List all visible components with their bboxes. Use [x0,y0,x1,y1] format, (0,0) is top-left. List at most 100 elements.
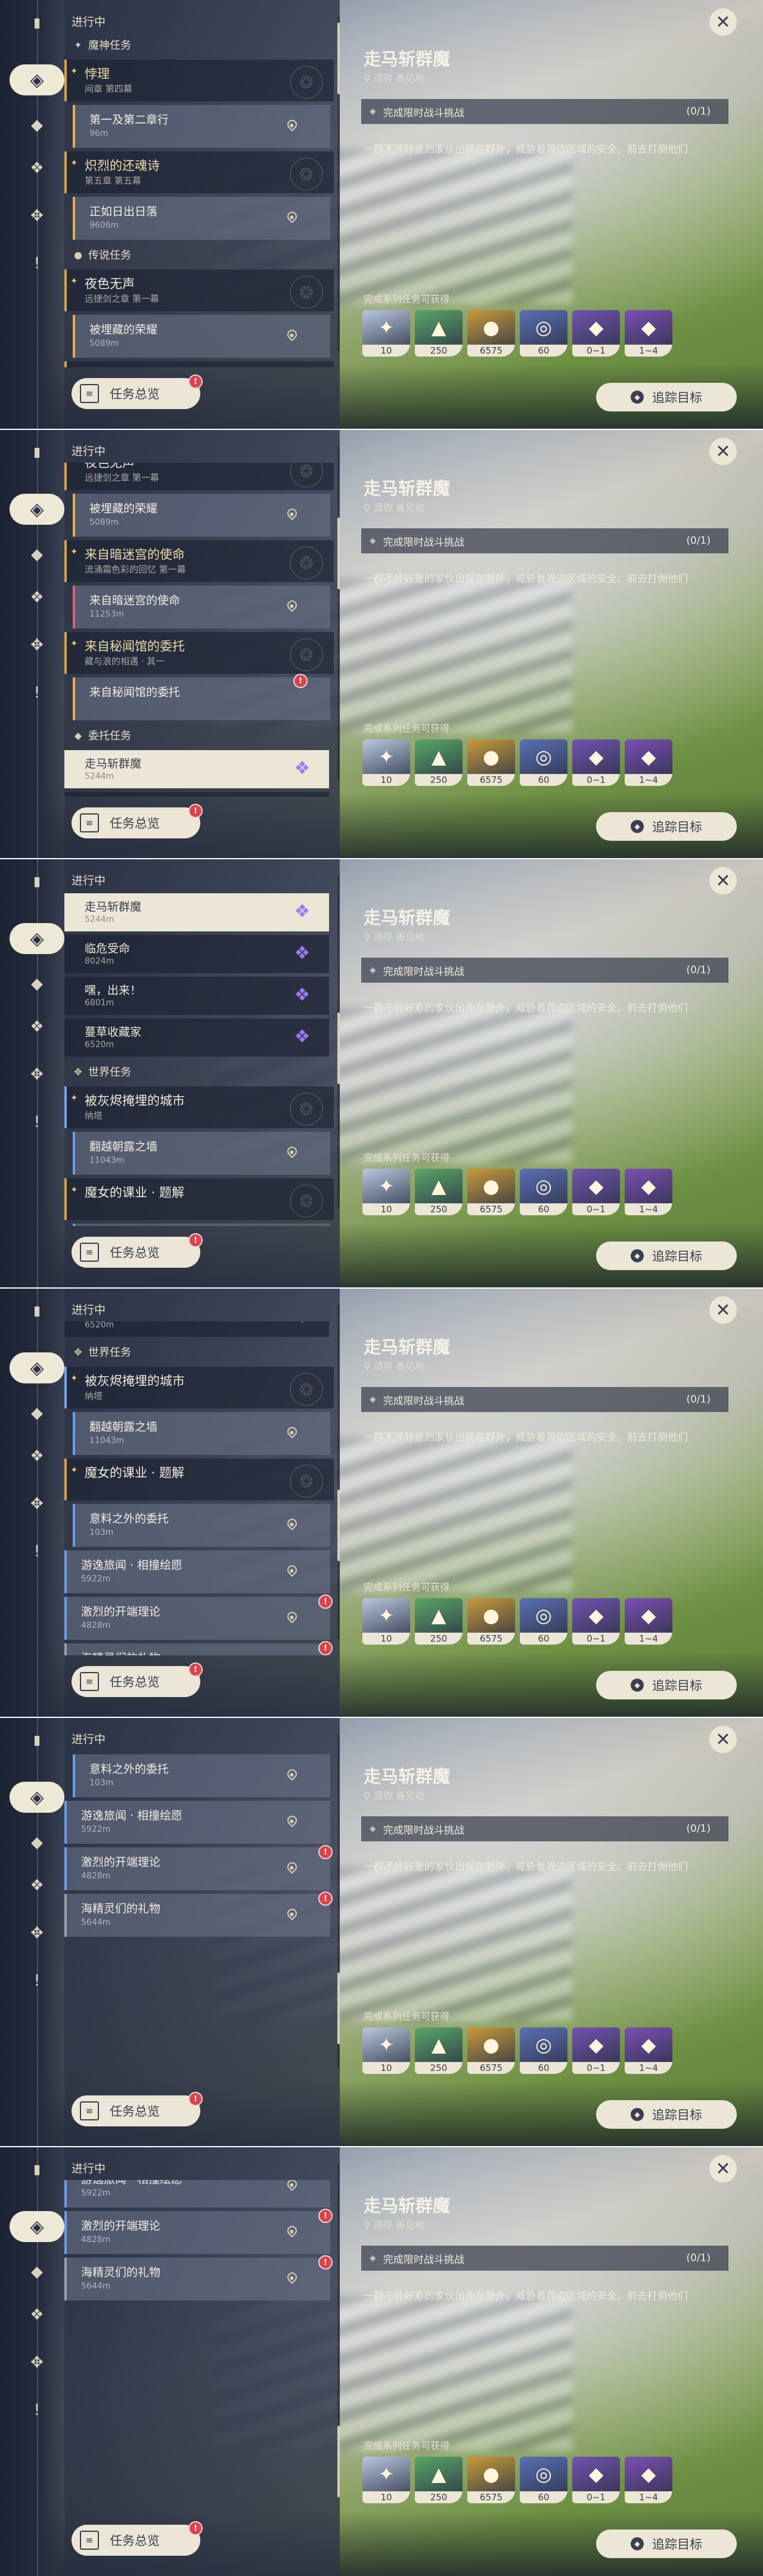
quest-book-icon[interactable]: ▮ [24,439,50,465]
archon-quests-icon[interactable]: ◆ [24,1829,50,1856]
close-button[interactable]: ✕ [709,1726,737,1753]
close-button[interactable]: ✕ [709,867,737,894]
map-pin-icon[interactable] [285,119,298,132]
commission-item[interactable]: 临危受命8024m❖ [64,935,329,973]
commission-item[interactable]: 蔓草收藏家6520m❖ [64,1018,329,1057]
quest-overview-button[interactable]: ≡ 任务总览 ! [72,374,203,409]
close-button[interactable]: ✕ [709,8,737,36]
quest-overview-button[interactable]: ≡ 任务总览 ! [72,1662,203,1697]
quest-step[interactable]: 被埋藏的荣耀 5089m [73,494,330,537]
map-pin-icon[interactable] [285,2225,298,2238]
map-pin-icon[interactable] [285,1611,298,1624]
map-pin-icon[interactable] [285,1862,298,1875]
important-icon[interactable]: ! [24,680,50,706]
quest-overview-button[interactable]: ≡ 任务总览 ! [72,2521,203,2556]
quest-book-icon[interactable]: ▮ [24,1727,50,1753]
quest-header[interactable]: ✦ 炽烈的还魂诗 第五章 第五幕 ❂ [64,151,334,193]
adventure-exp-reward[interactable]: ▲ 250 [415,310,463,357]
map-pin-icon[interactable] [285,329,298,342]
map-pin-icon[interactable] [285,2272,298,2285]
adventure-exp-reward[interactable]: ▲ 250 [415,739,463,786]
quest-step[interactable]: 游逸旅闻 · 相撞绘愿5922m [64,1801,330,1844]
commission-item[interactable]: 临危受命8024m❖ [64,792,329,797]
adventure-exp-reward[interactable]: ▲ 250 [415,2027,463,2074]
all-quests-icon[interactable]: ◈ [10,2211,64,2242]
quest-header[interactable]: ✦ 魔女的课业 · 题解 ❂ [64,1459,334,1500]
companionship-exp-reward[interactable]: ◎ 60 [520,739,567,786]
map-pin-icon[interactable] [285,2180,298,2192]
quest-step[interactable]: 海精灵们的礼物5644m! [64,1891,333,1937]
mora-reward[interactable]: ● 6575 [467,739,515,786]
quest-step[interactable]: 激烈的开端理论 4828m! [64,1594,333,1640]
quest-step[interactable]: 海精灵们的礼物5644m! [64,1641,333,1655]
intertwined-fate-reward[interactable]: ✦ 10 [362,739,410,786]
quest-step[interactable]: 被埋藏的荣耀 5089m [73,315,330,358]
all-quests-icon[interactable]: ◈ [10,1782,64,1813]
map-pin-icon[interactable] [285,1565,298,1578]
quest-step[interactable]: 翻越朝露之墙 11043m [73,1132,330,1175]
companionship-exp-reward[interactable]: ◎ 60 [520,1598,567,1645]
important-icon[interactable]: ! [24,2397,50,2423]
mora-reward[interactable]: ● 6575 [467,310,515,357]
map-pin-icon[interactable] [285,1908,298,1921]
world-quests-icon[interactable]: ✥ [24,632,50,658]
close-button[interactable]: ✕ [709,438,737,465]
companionship-exp-reward[interactable]: ◎ 60 [520,1169,567,1215]
commission-item[interactable]: 嘿，出来！ 6801m ❖ [64,977,329,1015]
map-pin-icon[interactable] [285,1518,298,1531]
quest-step[interactable]: 来自秘闻馆的委托! [73,674,330,720]
intertwined-fate-reward[interactable]: ✦ 10 [362,310,410,357]
quest-step[interactable]: 游逸旅闻 · 相撞绘愿5922m [64,2180,330,2207]
important-icon[interactable]: ! [24,1109,50,1135]
quest-overview-button[interactable]: ≡ 任务总览 ! [72,2092,203,2126]
track-target-button[interactable]: ◆ 追踪目标 [596,2529,737,2558]
companionship-exp-reward[interactable]: ◎ 60 [520,2457,567,2503]
intertwined-fate-reward[interactable]: ✦ 10 [362,1169,410,1215]
archon-quests-icon[interactable]: ◆ [24,112,50,138]
quest-header[interactable]: ✦来自暗迷宫的使命流涌霜色彩的回忆 第一幕❂ [64,540,334,582]
ore-reward[interactable]: ◆ 0~1 [572,310,620,357]
quest-step[interactable]: 意料之外的委托103m [73,1224,330,1226]
crystal-reward[interactable]: ◆ 1~4 [625,1169,672,1215]
quest-header[interactable]: ✦ 悖理 间章 第四幕 ❂ [64,60,334,101]
quest-step[interactable]: 意料之外的委托103m [73,1504,330,1547]
all-quests-icon[interactable]: ◈ [10,494,64,525]
map-pin-icon[interactable] [285,1815,298,1828]
mora-reward[interactable]: ● 6575 [467,2457,515,2503]
crystal-reward[interactable]: ◆ 1~4 [625,2457,672,2503]
ore-reward[interactable]: ◆ 0~1 [572,739,620,786]
quest-step[interactable]: 激烈的开端理论 4828m! [64,2209,333,2254]
quest-header[interactable]: ✦来自暗迷宫的使命流涌霜色彩的回忆 第一幕❂ [64,361,334,367]
mora-reward[interactable]: ● 6575 [467,2027,515,2074]
all-quests-icon[interactable]: ◈ [10,923,64,954]
track-target-button[interactable]: ◆ 追踪目标 [596,2100,737,2129]
story-quests-icon[interactable]: ❖ [24,155,50,181]
quest-step[interactable]: 来自暗迷宫的使命 11253m [73,586,330,628]
quest-step[interactable]: 翻越朝露之墙 11043m [73,1412,330,1455]
quest-book-icon[interactable]: ▮ [24,2156,50,2182]
quest-header[interactable]: ✦ 夜色无声远捷剑之章 第一幕 ❂ [64,463,334,490]
map-pin-icon[interactable] [285,1146,298,1159]
track-target-button[interactable]: ◆ 追踪目标 [596,383,737,411]
important-icon[interactable]: ! [24,1968,50,1994]
quest-step[interactable]: 海精灵们的礼物5644m! [64,2255,333,2301]
crystal-reward[interactable]: ◆ 1~4 [625,2027,672,2074]
quest-header[interactable]: ✦ 来自秘闻馆的委托 藏与浪的相遇 · 其一 ❂ [64,632,334,674]
crystal-reward[interactable]: ◆ 1~4 [625,310,672,357]
commission-item[interactable]: 蔓草收藏家6520m❖ [64,1321,329,1337]
world-quests-icon[interactable]: ✥ [24,2349,50,2376]
story-quests-icon[interactable]: ❖ [24,2302,50,2328]
important-icon[interactable]: ! [24,250,50,277]
ore-reward[interactable]: ◆ 0~1 [572,2457,620,2503]
map-pin-icon[interactable] [285,1426,298,1439]
quest-step[interactable]: 激烈的开端理论 4828m! [64,1845,333,1890]
track-target-button[interactable]: ◆ 追踪目标 [596,1241,737,1270]
quest-header[interactable]: ✦ 被灰烬掩埋的城市 纳塔 ❂ [64,1086,334,1128]
adventure-exp-reward[interactable]: ▲ 250 [415,1598,463,1645]
world-quests-icon[interactable]: ✥ [24,1491,50,1517]
archon-quests-icon[interactable]: ◆ [24,541,50,568]
crystal-reward[interactable]: ◆ 1~4 [625,1598,672,1645]
intertwined-fate-reward[interactable]: ✦ 10 [362,1598,410,1645]
adventure-exp-reward[interactable]: ▲ 250 [415,1169,463,1215]
intertwined-fate-reward[interactable]: ✦ 10 [362,2027,410,2074]
